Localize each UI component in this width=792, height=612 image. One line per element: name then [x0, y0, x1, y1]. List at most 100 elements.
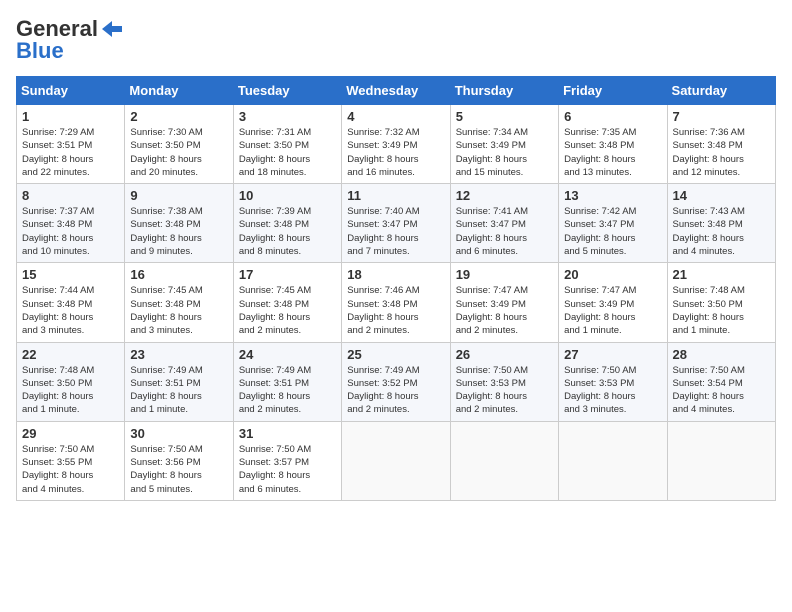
calendar-cell: 21 Sunrise: 7:48 AMSunset: 3:50 PMDaylig… — [667, 263, 775, 342]
day-detail: Sunrise: 7:30 AMSunset: 3:50 PMDaylight:… — [130, 127, 202, 178]
day-number: 16 — [130, 267, 227, 282]
day-number: 12 — [456, 188, 553, 203]
calendar-cell: 25 Sunrise: 7:49 AMSunset: 3:52 PMDaylig… — [342, 342, 450, 421]
day-detail: Sunrise: 7:35 AMSunset: 3:48 PMDaylight:… — [564, 127, 636, 178]
day-detail: Sunrise: 7:50 AMSunset: 3:55 PMDaylight:… — [22, 444, 94, 495]
day-detail: Sunrise: 7:50 AMSunset: 3:57 PMDaylight:… — [239, 444, 311, 495]
calendar-cell: 23 Sunrise: 7:49 AMSunset: 3:51 PMDaylig… — [125, 342, 233, 421]
day-detail: Sunrise: 7:31 AMSunset: 3:50 PMDaylight:… — [239, 127, 311, 178]
day-detail: Sunrise: 7:37 AMSunset: 3:48 PMDaylight:… — [22, 206, 94, 257]
calendar-cell: 19 Sunrise: 7:47 AMSunset: 3:49 PMDaylig… — [450, 263, 558, 342]
calendar-cell — [450, 421, 558, 500]
day-detail: Sunrise: 7:42 AMSunset: 3:47 PMDaylight:… — [564, 206, 636, 257]
calendar-cell: 18 Sunrise: 7:46 AMSunset: 3:48 PMDaylig… — [342, 263, 450, 342]
calendar-cell: 12 Sunrise: 7:41 AMSunset: 3:47 PMDaylig… — [450, 184, 558, 263]
calendar-cell: 4 Sunrise: 7:32 AMSunset: 3:49 PMDayligh… — [342, 105, 450, 184]
col-header-thursday: Thursday — [450, 77, 558, 105]
col-header-monday: Monday — [125, 77, 233, 105]
calendar-cell: 20 Sunrise: 7:47 AMSunset: 3:49 PMDaylig… — [559, 263, 667, 342]
calendar-table: SundayMondayTuesdayWednesdayThursdayFrid… — [16, 76, 776, 501]
calendar-cell: 1 Sunrise: 7:29 AMSunset: 3:51 PMDayligh… — [17, 105, 125, 184]
calendar-cell: 9 Sunrise: 7:38 AMSunset: 3:48 PMDayligh… — [125, 184, 233, 263]
calendar-cell: 5 Sunrise: 7:34 AMSunset: 3:49 PMDayligh… — [450, 105, 558, 184]
calendar-cell: 27 Sunrise: 7:50 AMSunset: 3:53 PMDaylig… — [559, 342, 667, 421]
day-number: 11 — [347, 188, 444, 203]
day-detail: Sunrise: 7:50 AMSunset: 3:56 PMDaylight:… — [130, 444, 202, 495]
day-detail: Sunrise: 7:47 AMSunset: 3:49 PMDaylight:… — [564, 285, 636, 336]
calendar-cell: 28 Sunrise: 7:50 AMSunset: 3:54 PMDaylig… — [667, 342, 775, 421]
calendar-cell: 22 Sunrise: 7:48 AMSunset: 3:50 PMDaylig… — [17, 342, 125, 421]
day-number: 23 — [130, 347, 227, 362]
calendar-cell: 7 Sunrise: 7:36 AMSunset: 3:48 PMDayligh… — [667, 105, 775, 184]
calendar-cell: 11 Sunrise: 7:40 AMSunset: 3:47 PMDaylig… — [342, 184, 450, 263]
day-detail: Sunrise: 7:50 AMSunset: 3:53 PMDaylight:… — [456, 365, 528, 416]
day-number: 22 — [22, 347, 119, 362]
day-number: 13 — [564, 188, 661, 203]
day-number: 3 — [239, 109, 336, 124]
day-number: 20 — [564, 267, 661, 282]
day-number: 18 — [347, 267, 444, 282]
day-detail: Sunrise: 7:32 AMSunset: 3:49 PMDaylight:… — [347, 127, 419, 178]
day-number: 15 — [22, 267, 119, 282]
calendar-cell: 8 Sunrise: 7:37 AMSunset: 3:48 PMDayligh… — [17, 184, 125, 263]
day-number: 28 — [673, 347, 770, 362]
day-number: 31 — [239, 426, 336, 441]
day-number: 30 — [130, 426, 227, 441]
day-detail: Sunrise: 7:49 AMSunset: 3:51 PMDaylight:… — [239, 365, 311, 416]
day-number: 9 — [130, 188, 227, 203]
calendar-cell: 24 Sunrise: 7:49 AMSunset: 3:51 PMDaylig… — [233, 342, 341, 421]
col-header-wednesday: Wednesday — [342, 77, 450, 105]
logo-arrow-icon — [98, 19, 124, 39]
calendar-cell: 26 Sunrise: 7:50 AMSunset: 3:53 PMDaylig… — [450, 342, 558, 421]
day-number: 24 — [239, 347, 336, 362]
day-number: 8 — [22, 188, 119, 203]
day-detail: Sunrise: 7:46 AMSunset: 3:48 PMDaylight:… — [347, 285, 419, 336]
day-detail: Sunrise: 7:45 AMSunset: 3:48 PMDaylight:… — [239, 285, 311, 336]
day-detail: Sunrise: 7:48 AMSunset: 3:50 PMDaylight:… — [22, 365, 94, 416]
day-detail: Sunrise: 7:29 AMSunset: 3:51 PMDaylight:… — [22, 127, 94, 178]
calendar-cell: 16 Sunrise: 7:45 AMSunset: 3:48 PMDaylig… — [125, 263, 233, 342]
day-detail: Sunrise: 7:49 AMSunset: 3:51 PMDaylight:… — [130, 365, 202, 416]
day-number: 25 — [347, 347, 444, 362]
day-detail: Sunrise: 7:40 AMSunset: 3:47 PMDaylight:… — [347, 206, 419, 257]
logo-blue: Blue — [16, 38, 64, 64]
day-number: 1 — [22, 109, 119, 124]
day-detail: Sunrise: 7:50 AMSunset: 3:53 PMDaylight:… — [564, 365, 636, 416]
day-number: 17 — [239, 267, 336, 282]
day-number: 27 — [564, 347, 661, 362]
calendar-cell: 17 Sunrise: 7:45 AMSunset: 3:48 PMDaylig… — [233, 263, 341, 342]
calendar-cell: 31 Sunrise: 7:50 AMSunset: 3:57 PMDaylig… — [233, 421, 341, 500]
calendar-cell: 15 Sunrise: 7:44 AMSunset: 3:48 PMDaylig… — [17, 263, 125, 342]
calendar-cell — [667, 421, 775, 500]
day-number: 14 — [673, 188, 770, 203]
col-header-sunday: Sunday — [17, 77, 125, 105]
day-number: 19 — [456, 267, 553, 282]
logo: General Blue — [16, 16, 124, 64]
day-number: 10 — [239, 188, 336, 203]
day-detail: Sunrise: 7:50 AMSunset: 3:54 PMDaylight:… — [673, 365, 745, 416]
day-detail: Sunrise: 7:47 AMSunset: 3:49 PMDaylight:… — [456, 285, 528, 336]
col-header-saturday: Saturday — [667, 77, 775, 105]
day-number: 4 — [347, 109, 444, 124]
col-header-tuesday: Tuesday — [233, 77, 341, 105]
day-detail: Sunrise: 7:43 AMSunset: 3:48 PMDaylight:… — [673, 206, 745, 257]
day-number: 21 — [673, 267, 770, 282]
day-detail: Sunrise: 7:44 AMSunset: 3:48 PMDaylight:… — [22, 285, 94, 336]
day-number: 7 — [673, 109, 770, 124]
calendar-cell: 3 Sunrise: 7:31 AMSunset: 3:50 PMDayligh… — [233, 105, 341, 184]
calendar-cell — [559, 421, 667, 500]
day-detail: Sunrise: 7:48 AMSunset: 3:50 PMDaylight:… — [673, 285, 745, 336]
calendar-cell: 10 Sunrise: 7:39 AMSunset: 3:48 PMDaylig… — [233, 184, 341, 263]
col-header-friday: Friday — [559, 77, 667, 105]
calendar-cell: 30 Sunrise: 7:50 AMSunset: 3:56 PMDaylig… — [125, 421, 233, 500]
calendar-cell: 6 Sunrise: 7:35 AMSunset: 3:48 PMDayligh… — [559, 105, 667, 184]
day-number: 6 — [564, 109, 661, 124]
calendar-cell: 14 Sunrise: 7:43 AMSunset: 3:48 PMDaylig… — [667, 184, 775, 263]
day-number: 29 — [22, 426, 119, 441]
page-header: General Blue — [16, 16, 776, 64]
day-number: 5 — [456, 109, 553, 124]
calendar-cell: 13 Sunrise: 7:42 AMSunset: 3:47 PMDaylig… — [559, 184, 667, 263]
calendar-cell — [342, 421, 450, 500]
day-detail: Sunrise: 7:49 AMSunset: 3:52 PMDaylight:… — [347, 365, 419, 416]
day-detail: Sunrise: 7:39 AMSunset: 3:48 PMDaylight:… — [239, 206, 311, 257]
